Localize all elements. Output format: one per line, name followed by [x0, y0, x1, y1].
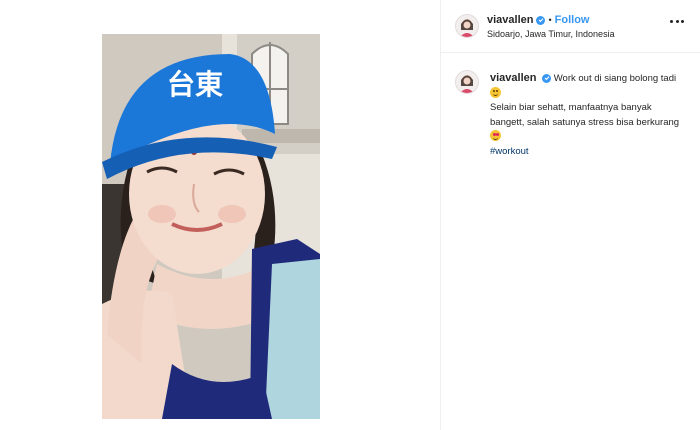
verified-badge-icon: [542, 73, 552, 83]
selfie-image: 台東: [102, 34, 320, 419]
username-link[interactable]: viavallen: [487, 14, 533, 26]
instagram-post: 台東 viavallen • Follow Sidoarjo, Jawa Tim…: [0, 0, 700, 430]
more-dot: [675, 19, 679, 23]
post-photo[interactable]: 台東: [102, 34, 320, 419]
avatar[interactable]: [455, 14, 479, 38]
cap-text: 台東: [167, 68, 223, 101]
heart-eyes-emoji-icon: [490, 130, 501, 141]
verified-badge-icon: [536, 15, 546, 25]
location-link[interactable]: Sidoarjo, Jawa Timur, Indonesia: [487, 29, 687, 39]
caption-text: viavallen Work out di siang bolong tadi …: [490, 71, 680, 159]
avatar-image: [456, 15, 478, 37]
grinning-emoji-icon: [490, 86, 501, 98]
media-area: 台東: [0, 0, 440, 430]
header-text: viavallen • Follow Sidoarjo, Jawa Timur,…: [487, 13, 687, 39]
caption-username-link[interactable]: viavallen: [490, 72, 536, 84]
more-dot: [681, 19, 684, 23]
post-header: viavallen • Follow Sidoarjo, Jawa Timur,…: [441, 0, 700, 53]
separator-dot: •: [548, 15, 552, 25]
caption-avatar[interactable]: [455, 70, 479, 94]
more-dot: [670, 19, 673, 23]
hashtag-link[interactable]: #workout: [490, 146, 529, 157]
panel-divider: [440, 0, 441, 430]
caption-line-1: Work out di siang bolong tadi: [553, 73, 677, 84]
more-options-icon[interactable]: [670, 18, 684, 24]
follow-button[interactable]: Follow: [555, 14, 590, 26]
avatar-image: [456, 71, 478, 93]
header-top-row: viavallen • Follow: [487, 13, 687, 27]
caption-line-2: Selain biar sehatt, manfaatnya banyak ba…: [490, 102, 680, 128]
